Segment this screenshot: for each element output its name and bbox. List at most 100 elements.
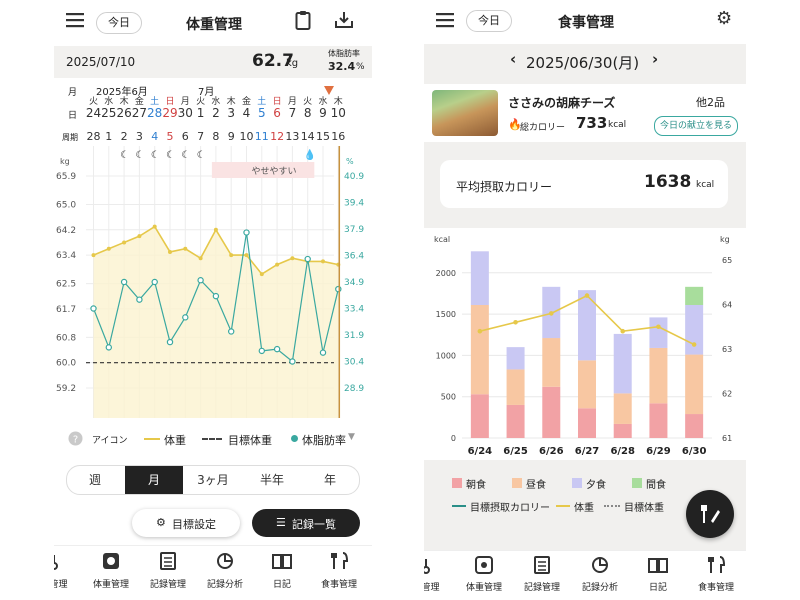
calendar-day: 25	[101, 106, 117, 120]
meal-edit-icon	[701, 505, 720, 523]
today-marker-icon	[324, 80, 334, 99]
legend-target-weight: 目標体重	[624, 503, 664, 514]
bodyfat-point	[319, 349, 327, 356]
legend-weight-swatch	[556, 505, 570, 507]
calendar-day: 9	[319, 106, 327, 120]
x-tick-label: 6/24	[468, 446, 493, 457]
nav-weight[interactable]: 体重管理	[81, 577, 141, 590]
moon-icon: ☾	[135, 150, 144, 161]
bodyfat-point	[166, 338, 174, 346]
nav-temp[interactable]: 温管理	[424, 580, 456, 593]
y2-tick-label: 65	[722, 256, 732, 265]
bodyfat-point	[90, 305, 97, 312]
tab-month[interactable]: 月	[125, 466, 183, 494]
legend-icon-label: アイコン	[92, 436, 128, 446]
chevron-down-icon[interactable]: ▼	[348, 432, 355, 442]
bodyfat-point	[273, 345, 281, 353]
bar-segment	[470, 394, 489, 438]
current-date: 2025/06/30(月)	[526, 54, 640, 72]
tab-3months[interactable]: 3ヶ月	[184, 466, 242, 494]
diary-icon	[628, 556, 688, 578]
calendar-day: 28	[147, 106, 163, 120]
meal-name: ささみの胡麻チーズ	[508, 96, 616, 110]
gear-icon[interactable]: ⚙	[716, 8, 732, 29]
x-tick-label: 6/25	[503, 446, 528, 457]
prev-date-icon[interactable]: ‹	[510, 50, 516, 68]
nav-analysis[interactable]: 記録分析	[570, 580, 630, 593]
scale-icon	[454, 556, 514, 578]
weight-point	[620, 328, 626, 334]
nav-diary[interactable]: 日記	[252, 577, 312, 590]
easy-loss-label: やせやすい	[251, 166, 296, 177]
bodyfat-point	[105, 344, 113, 351]
drop-icon: 💧	[304, 148, 316, 161]
nav-record[interactable]: 記録管理	[138, 577, 198, 590]
calendar-cycle: 10	[239, 130, 254, 143]
nav-meal[interactable]: 食事管理	[309, 577, 369, 590]
calendar-day: 30	[177, 106, 193, 120]
calendar-cycle: 15	[316, 130, 330, 143]
nav-meal[interactable]: 食事管理	[686, 580, 746, 593]
legend-snack-swatch	[632, 478, 642, 488]
menu-icon[interactable]	[436, 12, 454, 28]
weight-point	[259, 272, 264, 277]
y2-tick-label: 30.4	[344, 358, 364, 368]
bodyfat-point	[289, 358, 296, 365]
today-button[interactable]: 今日	[466, 10, 512, 32]
bar-segment	[613, 423, 632, 438]
weight-point	[183, 246, 188, 251]
nav-record[interactable]: 記録管理	[512, 580, 572, 593]
bar-segment	[506, 347, 525, 370]
record-list-button[interactable]: ☰ 記録一覧	[252, 509, 360, 537]
help-icon[interactable]: ?	[68, 431, 83, 450]
y2-tick-label: 64	[722, 301, 732, 310]
calendar-day: 10	[330, 106, 346, 120]
y2-tick-label: 61	[722, 434, 732, 443]
y2-unit: kg	[720, 235, 730, 244]
record-list-label: 記録一覧	[292, 518, 336, 531]
y-tick-label: 63.4	[56, 251, 76, 261]
x-tick-label: 6/30	[682, 446, 707, 457]
bar-segment	[578, 360, 596, 409]
nav-weight[interactable]: 体重管理	[454, 580, 514, 593]
legend-breakfast: 朝食	[466, 480, 486, 491]
weight-point	[290, 256, 295, 261]
calendar-cycle: 28	[86, 130, 101, 143]
nav-analysis[interactable]: 記録分析	[195, 577, 255, 590]
nav-temp[interactable]: 温管理	[54, 577, 84, 590]
bodyfat-point	[227, 328, 235, 335]
y2-tick-label: 34.9	[344, 278, 364, 288]
y-tick-label: 1500	[436, 310, 456, 319]
y2-unit: %	[346, 157, 354, 166]
goal-setting-button[interactable]: ⚙ 目標設定	[132, 509, 240, 537]
x-tick-label: 6/26	[539, 446, 564, 457]
y-tick-label: 59.2	[56, 384, 76, 394]
moon-icon: ☾	[181, 150, 190, 161]
legend-breakfast-swatch	[452, 478, 462, 488]
weight-point	[244, 253, 249, 258]
tab-year[interactable]: 年	[302, 466, 358, 494]
next-date-icon[interactable]: ›	[652, 50, 658, 68]
analysis-icon	[570, 556, 630, 578]
legend-lunch-swatch	[512, 478, 522, 488]
tab-halfyear[interactable]: 半年	[243, 466, 301, 494]
cutlery-icon	[686, 556, 746, 578]
nav-diary[interactable]: 日記	[628, 580, 688, 593]
weight-point	[321, 259, 325, 264]
legend-weight: 体重	[574, 503, 594, 514]
bar-segment	[470, 251, 489, 305]
weight-point	[106, 246, 111, 251]
y-tick-label: 60.0	[56, 359, 76, 369]
legend-target-weight-swatch	[604, 505, 620, 507]
tab-week[interactable]: 週	[66, 466, 124, 494]
calendar-day: 1	[196, 106, 205, 120]
avg-calorie-label: 平均摂取カロリー	[456, 180, 553, 194]
add-meal-button[interactable]	[686, 490, 734, 538]
legend-bodyfat[interactable]: 体脂肪率	[302, 432, 346, 448]
meal-chart: 2000 1500 1000 500 0 65 64 63 62 61 kcal kg 6/24 6/25…	[424, 228, 746, 460]
bar-segment	[685, 354, 704, 415]
analysis-icon	[195, 552, 255, 574]
calendar-cycle: 16	[331, 130, 346, 143]
view-menu-button[interactable]: 今日の献立を見る	[654, 116, 738, 136]
bar-segment	[685, 305, 704, 355]
